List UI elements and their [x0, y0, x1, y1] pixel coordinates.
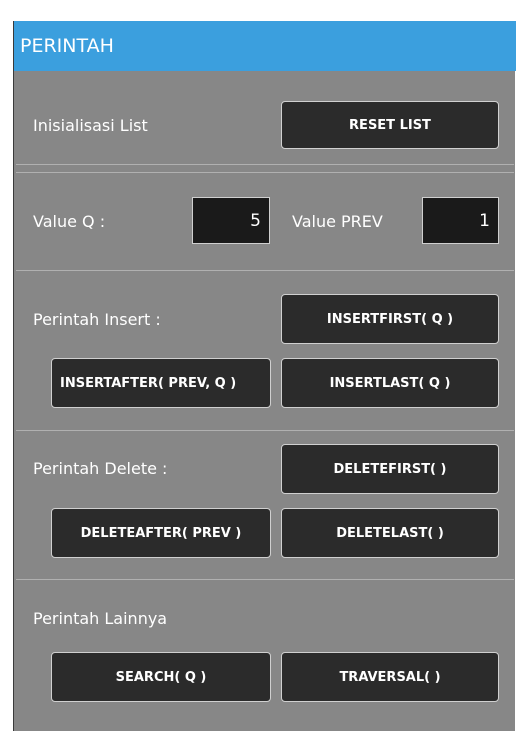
value-q-label: Value Q : — [33, 212, 106, 231]
separator — [16, 270, 514, 271]
delete-label: Perintah Delete : — [33, 459, 168, 478]
separator — [16, 172, 514, 173]
delete-last-button[interactable]: DELETELAST( ) — [281, 508, 499, 558]
command-panel: PERINTAH Inisialisasi List RESET LIST Va… — [13, 21, 516, 731]
separator — [16, 164, 514, 165]
search-button[interactable]: SEARCH( Q ) — [51, 652, 271, 702]
separator — [16, 579, 514, 580]
value-q-input[interactable]: 5 — [192, 197, 270, 244]
delete-after-button[interactable]: DELETEAFTER( PREV ) — [51, 508, 271, 558]
value-prev-label: Value PREV — [292, 212, 383, 231]
value-prev-input[interactable]: 1 — [422, 197, 499, 244]
separator — [16, 430, 514, 431]
insert-after-button[interactable]: INSERTAFTER( PREV, Q ) — [51, 358, 271, 408]
traversal-button[interactable]: TRAVERSAL( ) — [281, 652, 499, 702]
panel-header: PERINTAH — [14, 21, 516, 71]
insert-label: Perintah Insert : — [33, 310, 161, 329]
insert-first-button[interactable]: INSERTFIRST( Q ) — [281, 294, 499, 344]
insert-last-button[interactable]: INSERTLAST( Q ) — [281, 358, 499, 408]
init-label: Inisialisasi List — [33, 116, 148, 135]
reset-list-button[interactable]: RESET LIST — [281, 101, 499, 149]
delete-first-button[interactable]: DELETEFIRST( ) — [281, 444, 499, 494]
other-label: Perintah Lainnya — [33, 609, 168, 628]
